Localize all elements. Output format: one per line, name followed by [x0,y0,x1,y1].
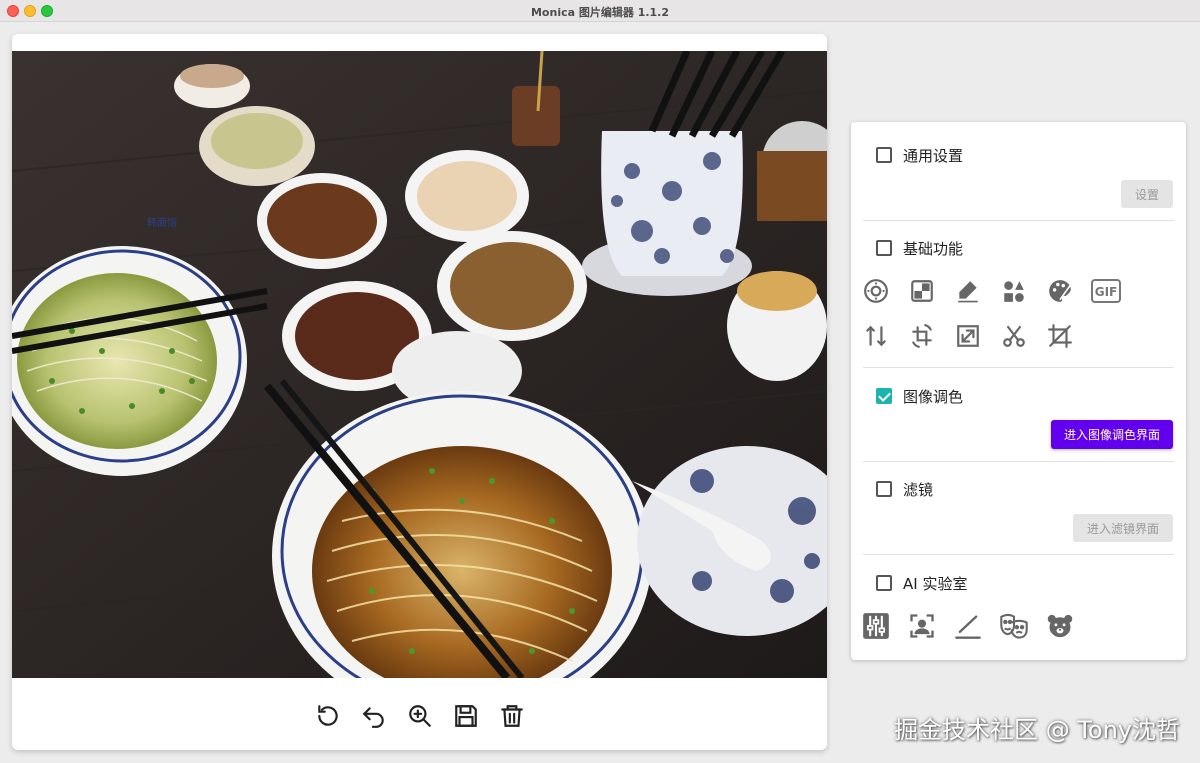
divider [863,220,1174,221]
filter-checkbox[interactable] [876,481,892,497]
color-checkbox[interactable] [876,388,892,404]
image-panel: 韩面馆 [12,34,827,750]
save-icon[interactable] [450,700,482,732]
settings-panel: 通用设置 设置 基础功能 GIF 图像调色 进入图像调色界面 滤镜 进入滤镜界面… [851,122,1186,660]
photo-canvas[interactable]: 韩面馆 [12,51,827,678]
section-filter: 滤镜 进入滤镜界面 [863,477,1174,542]
basic-icons-row-2 [861,321,1075,351]
resize-icon[interactable] [953,321,983,351]
rotate-icon[interactable] [312,700,344,732]
line-draw-icon[interactable] [953,611,983,641]
basic-label: 基础功能 [903,239,964,258]
palette-icon[interactable] [1045,276,1075,306]
divider [863,554,1174,555]
divider [863,461,1174,462]
section-basic: 基础功能 [863,236,1174,260]
section-color: 图像调色 进入图像调色界面 [863,384,1174,449]
food-photo: 韩面馆 [12,51,827,678]
general-label: 通用设置 [903,146,964,165]
window-title: Monica 图片编辑器 1.1.2 [530,6,670,19]
section-general: 通用设置 设置 [863,143,1174,208]
shapes-icon[interactable] [999,276,1029,306]
cut-icon[interactable] [999,321,1029,351]
filter-label: 滤镜 [903,480,934,499]
basic-checkbox[interactable] [876,240,892,256]
crop-icon[interactable] [1045,321,1075,351]
mosaic-icon[interactable] [907,276,937,306]
zoom-in-icon[interactable] [404,700,436,732]
ai-checkbox[interactable] [876,575,892,591]
basic-icons-row-1: GIF [861,276,1121,306]
title-bar: Monica 图片编辑器 1.1.2 [0,0,1200,22]
ai-label: AI 实验室 [903,574,968,593]
bear-icon[interactable] [1045,611,1075,641]
bowl-text: 韩面馆 [147,216,177,229]
general-settings-button[interactable]: 设置 [1120,180,1173,208]
section-ai: AI 实验室 [863,571,1174,595]
draw-icon[interactable] [953,276,983,306]
tune-icon[interactable] [861,611,891,641]
undo-icon[interactable] [358,700,390,732]
gif-text: GIF [1095,285,1118,299]
face-scan-icon[interactable] [907,611,937,641]
enter-filter-button[interactable]: 进入滤镜界面 [1072,514,1173,542]
gif-icon[interactable]: GIF [1091,276,1121,306]
ai-icons-row [861,611,1075,641]
enter-color-adjust-button[interactable]: 进入图像调色界面 [1050,420,1173,449]
masks-icon[interactable] [999,611,1029,641]
rotate-crop-icon[interactable] [907,321,937,351]
image-toolbar [12,700,827,740]
general-checkbox[interactable] [876,147,892,163]
color-label: 图像调色 [903,387,964,406]
watermark: 掘金技术社区 @ Tony沈哲 [894,716,1180,744]
divider [863,367,1174,368]
flip-icon[interactable] [861,321,891,351]
circle-blur-icon[interactable] [861,276,891,306]
delete-icon[interactable] [496,700,528,732]
